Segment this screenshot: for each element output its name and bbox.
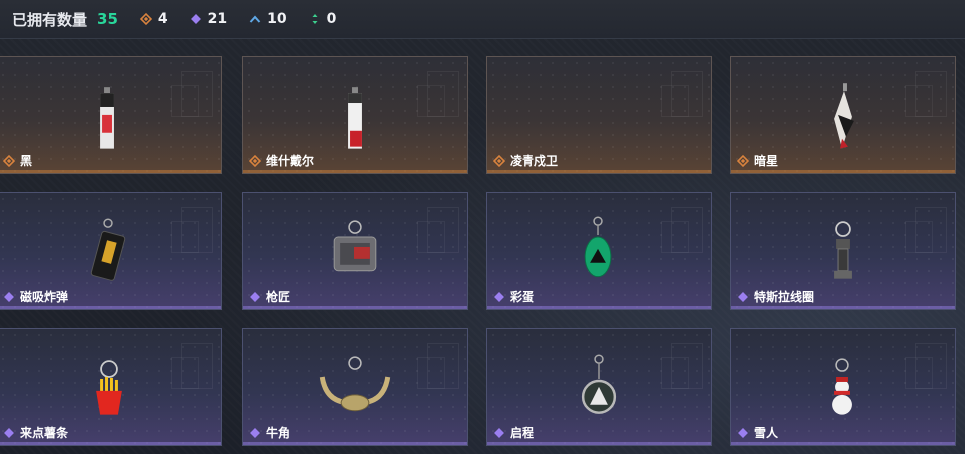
keychain-name: 磁吸炸弹 xyxy=(20,290,69,304)
keychain-card-lingqingshuwei[interactable]: 凌青戍卫 xyxy=(486,56,712,174)
keychain-card-hei[interactable]: 黑 xyxy=(0,56,222,174)
red-tag-keychain-icon xyxy=(348,87,362,149)
purple-diamond-icon xyxy=(493,427,505,439)
owned-count-value: 35 xyxy=(97,10,118,28)
keychain-card-qiangjiang[interactable]: 枪匠 xyxy=(242,192,468,310)
orange-diamond-icon xyxy=(737,154,749,167)
tesla-coil-keychain-icon xyxy=(834,221,852,279)
orange-diamond-icon xyxy=(249,154,261,167)
keychain-name: 维什戴尔 xyxy=(266,154,315,168)
keychain-card-niujiao[interactable]: 牛角 xyxy=(242,328,468,446)
keychain-card-xueren[interactable]: 雪人 xyxy=(730,328,956,446)
green-arrows-icon xyxy=(309,13,321,25)
keychain-card-tesilaxianquan[interactable]: 特斯拉线圈 xyxy=(730,192,956,310)
keychain-name: 雪人 xyxy=(754,426,779,440)
keychain-card-anxing[interactable]: 暗星 xyxy=(730,56,956,174)
keychain-card-laidianshutiao[interactable]: 来点薯条 xyxy=(0,328,222,446)
medallion-keychain-icon xyxy=(581,354,617,414)
purple-diamond-icon xyxy=(737,291,749,303)
keychain-name: 彩蛋 xyxy=(510,290,535,304)
legendary-count: 4 xyxy=(139,11,168,27)
keychain-name: 暗星 xyxy=(754,154,779,168)
common-count-value: 0 xyxy=(326,11,337,27)
purple-diamond-icon xyxy=(249,291,261,303)
keychain-name: 特斯拉线圈 xyxy=(754,290,815,304)
snowman-keychain-icon xyxy=(832,358,852,415)
purple-diamond-icon xyxy=(249,427,261,439)
keychain-name: 凌青戍卫 xyxy=(510,154,559,168)
keychain-name: 启程 xyxy=(510,426,535,440)
keychain-collection-page: 已拥有数量 35 4 21 10 0 黑 维什戴尔 凌青戍卫 暗星 磁吸炸弹 枪… xyxy=(0,0,965,454)
owned-count-label: 已拥有数量 xyxy=(12,10,88,29)
keychain-card-qicheng[interactable]: 启程 xyxy=(486,328,712,446)
feather-keychain-icon xyxy=(834,83,854,149)
purple-diamond-icon xyxy=(190,13,202,25)
green-egg-keychain-icon xyxy=(584,216,612,278)
orange-diamond-icon xyxy=(493,154,505,167)
keychain-name: 枪匠 xyxy=(266,290,291,304)
rare-count: 10 xyxy=(249,11,287,27)
fries-keychain-icon xyxy=(96,360,122,415)
common-count: 0 xyxy=(309,11,337,27)
black-tag-keychain-icon xyxy=(100,87,114,149)
purple-diamond-icon xyxy=(493,291,505,303)
legendary-count-value: 4 xyxy=(157,11,168,27)
keychain-name: 来点薯条 xyxy=(20,426,69,440)
rare-count-value: 10 xyxy=(267,11,287,27)
collection-summary-bar: 已拥有数量 35 4 21 10 0 xyxy=(0,0,965,39)
purple-diamond-icon xyxy=(3,291,15,303)
blue-chevron-icon xyxy=(249,13,261,25)
horns-keychain-icon xyxy=(319,356,391,412)
orange-diamond-icon xyxy=(139,13,152,25)
keychain-card-caidan[interactable]: 彩蛋 xyxy=(486,192,712,310)
bomb-keychain-icon xyxy=(90,218,126,281)
keychain-card-weishidaier[interactable]: 维什戴尔 xyxy=(242,56,468,174)
epic-count-value: 21 xyxy=(207,11,228,27)
purple-diamond-icon xyxy=(737,427,749,439)
dogtag-keychain-icon xyxy=(333,220,377,272)
purple-diamond-icon xyxy=(3,427,15,439)
keychain-name: 牛角 xyxy=(266,426,291,440)
keychain-name: 黑 xyxy=(20,154,33,168)
keychain-card-cixizhadan[interactable]: 磁吸炸弹 xyxy=(0,192,222,310)
epic-count: 21 xyxy=(190,11,227,27)
orange-diamond-icon xyxy=(3,154,15,167)
